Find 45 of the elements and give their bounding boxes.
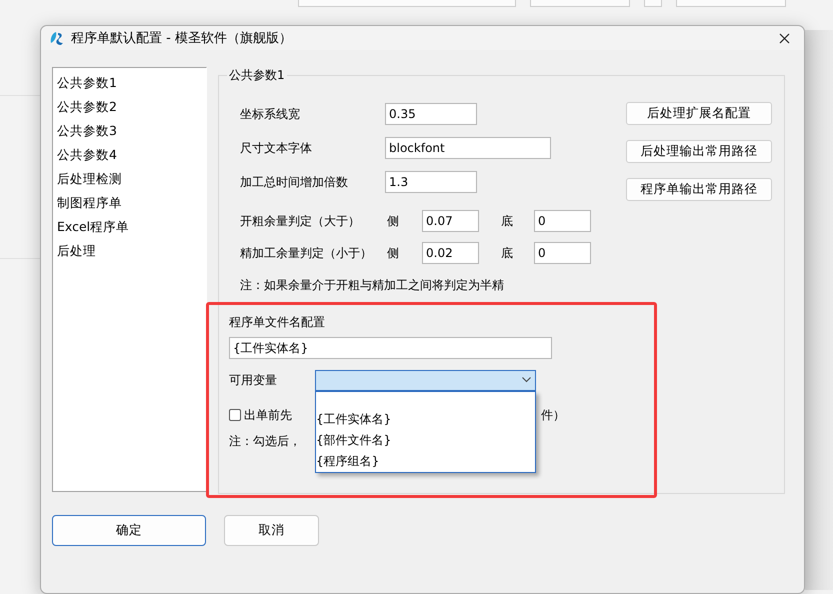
nav-item[interactable]: 公共参数2 xyxy=(57,96,206,120)
nav-item[interactable]: 公共参数3 xyxy=(57,120,206,144)
note-text: 注：如果余量介于开粗与精加工之间将判定为半精 xyxy=(240,277,504,294)
checkbox[interactable] xyxy=(229,409,241,421)
nav-item[interactable]: 后处理检测 xyxy=(57,168,206,192)
field-label: 侧 xyxy=(387,244,400,262)
config-button[interactable]: 后处理扩展名配置 xyxy=(626,102,772,125)
dialog-button[interactable]: 确定 xyxy=(52,515,206,546)
chevron-down-icon xyxy=(522,377,531,383)
nav-item[interactable]: 公共参数1 xyxy=(57,72,206,96)
checkbox-label: 出单前先 xyxy=(244,406,292,424)
field-label: 尺寸文本字体 xyxy=(240,140,313,156)
input-field[interactable]: 0.07 xyxy=(422,210,479,232)
group-title: 公共参数1 xyxy=(227,67,287,84)
field-label: 加工总时间增加倍数 xyxy=(240,174,349,190)
input-field[interactable]: 0.35 xyxy=(385,103,477,125)
nav-item[interactable]: 公共参数4 xyxy=(57,144,206,168)
dropdown-option[interactable]: {部件文件名} xyxy=(316,430,535,450)
section-label: 程序单文件名配置 xyxy=(229,314,326,331)
dropdown-option[interactable]: {工件实体名} xyxy=(316,408,535,430)
field-label: 精加工余量判定（小于） xyxy=(240,244,373,262)
field-label: 开粗余量判定（大于） xyxy=(240,212,361,230)
field-label: 底 xyxy=(501,244,514,262)
app-logo-icon xyxy=(49,30,65,46)
input-field[interactable]: {工件实体名} xyxy=(229,337,552,359)
input-field[interactable]: blockfont xyxy=(385,137,551,159)
field-label: 可用变量 xyxy=(229,372,278,388)
config-button[interactable]: 后处理输出常用路径 xyxy=(626,140,772,163)
input-field[interactable]: 0 xyxy=(534,242,591,264)
input-field[interactable]: 1.3 xyxy=(385,171,477,193)
checkbox-label: 件） xyxy=(541,406,565,424)
input-field[interactable]: 0.02 xyxy=(422,242,479,264)
note-text: 注：勾选后， xyxy=(229,433,301,450)
nav-item[interactable]: 后处理 xyxy=(57,240,206,264)
nav-item[interactable]: Excel程序单 xyxy=(57,216,206,240)
field-label: 坐标系线宽 xyxy=(240,106,301,122)
config-button[interactable]: 程序单输出常用路径 xyxy=(626,178,772,201)
field-label: 侧 xyxy=(387,212,400,230)
dropdown-option[interactable]: {程序组名} xyxy=(316,450,535,472)
input-field[interactable]: 0 xyxy=(534,210,591,232)
dialog-button[interactable]: 取消 xyxy=(224,515,319,546)
nav-item[interactable]: 制图程序单 xyxy=(57,192,206,216)
close-icon[interactable] xyxy=(778,32,790,44)
field-label: 底 xyxy=(501,212,514,230)
window-title: 程序单默认配置 - 模圣软件（旗舰版） xyxy=(71,30,293,47)
